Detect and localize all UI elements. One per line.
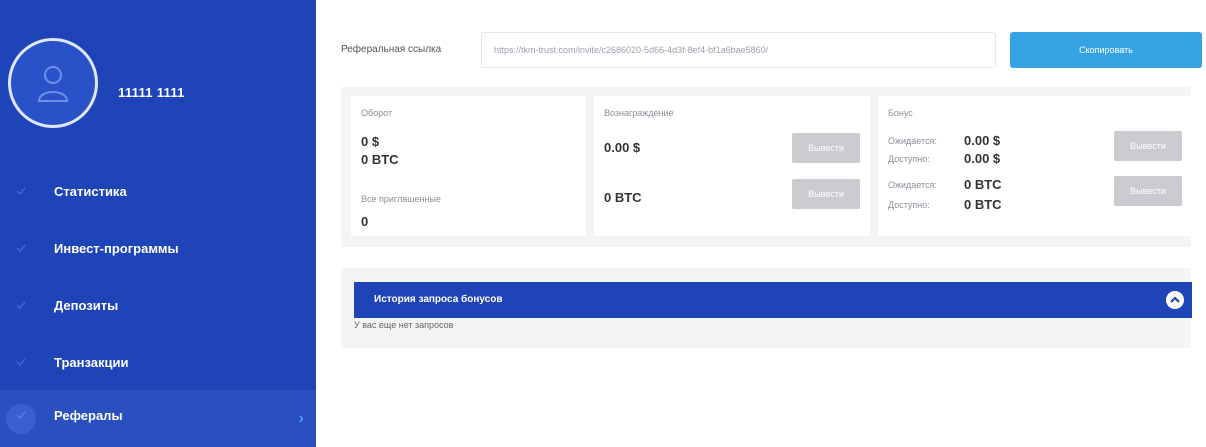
username: 11111 1111 [118, 85, 185, 100]
invited-label: Все приглашенные [361, 194, 441, 204]
bonus-btc-expected-label: Ожидается: [888, 180, 937, 190]
bonus-withdraw-btc-button[interactable]: Вывести [1114, 176, 1182, 206]
turnover-btc: 0 BTC [361, 152, 399, 167]
bonus-btc-available-label: Доступно: [888, 200, 930, 210]
sidebar-item-label: Статистика [54, 184, 127, 199]
invited-value: 0 [361, 214, 369, 229]
sidebar-item-statistics[interactable]: Статистика [0, 166, 316, 223]
reward-title: Вознаграждение [604, 108, 674, 118]
bonus-usd-expected-label: Ожидается: [888, 136, 937, 146]
sidebar-item-label: Рефералы [54, 408, 123, 423]
bonus-btc-available: 0 BTC [964, 197, 1002, 212]
history-header[interactable]: История запроса бонусов [354, 282, 1192, 318]
history-empty-text: У вас еще нет запросов [354, 320, 454, 330]
user-icon [37, 66, 69, 102]
sidebar-item-label: Инвест-программы [54, 241, 179, 256]
bonus-card: Бонус Ожидается: 0.00 $ Доступно: 0.00 $… [878, 96, 1191, 236]
turnover-usd: 0 $ [361, 134, 380, 149]
reward-card: Вознаграждение 0.00 $ 0 BTC Вывести Выве… [594, 96, 870, 236]
avatar[interactable] [8, 38, 98, 128]
turnover-card: Оборот 0 $ 0 BTC Все приглашенные 0 [351, 96, 586, 236]
sidebar-item-label: Транзакции [54, 355, 129, 370]
sidebar-item-invest-programs[interactable]: Инвест-программы [0, 223, 316, 280]
turnover-title: Оборот [361, 108, 393, 118]
chevron-up-icon [1170, 296, 1180, 303]
bonus-usd-available: 0.00 $ [964, 151, 1001, 166]
check-icon [16, 358, 26, 367]
check-icon [16, 411, 26, 420]
bonus-withdraw-usd-button[interactable]: Вывести [1114, 131, 1182, 161]
bonus-usd-available-label: Доступно: [888, 154, 930, 164]
bonus-usd-expected: 0.00 $ [964, 133, 1001, 148]
reward-usd: 0.00 $ [604, 140, 641, 155]
withdraw-usd-button[interactable]: Вывести [792, 133, 860, 163]
withdraw-btc-button[interactable]: Вывести [792, 179, 860, 209]
sidebar-item-transactions[interactable]: Транзакции [0, 337, 316, 394]
main-content: Реферальная ссылка https://tkm-trust.com… [316, 0, 1206, 436]
sidebar-item-deposits[interactable]: Депозиты [0, 280, 316, 337]
reward-btc: 0 BTC [604, 190, 642, 205]
bonus-title: Бонус [888, 108, 913, 118]
copy-button[interactable]: Скопировать [1010, 32, 1202, 68]
check-icon [16, 244, 26, 253]
bonus-btc-expected: 0 BTC [964, 177, 1002, 192]
check-icon [16, 301, 26, 310]
chevron-right-icon: › [298, 410, 304, 427]
sidebar-item-label: Депозиты [54, 298, 119, 313]
referral-link-field[interactable]: https://tkm-trust.com/invite/c2686020-5d… [481, 32, 996, 68]
collapse-icon[interactable] [1166, 291, 1184, 309]
history-title: История запроса бонусов [374, 294, 503, 305]
sidebar-item-referrals[interactable]: Рефералы › [0, 390, 316, 447]
profile-block: 11111 1111 [0, 0, 316, 160]
referral-link-label: Реферальная ссылка [341, 44, 442, 55]
check-icon [16, 187, 26, 196]
sidebar: 11111 1111 Статистика Инвест-программы Д… [0, 0, 316, 447]
